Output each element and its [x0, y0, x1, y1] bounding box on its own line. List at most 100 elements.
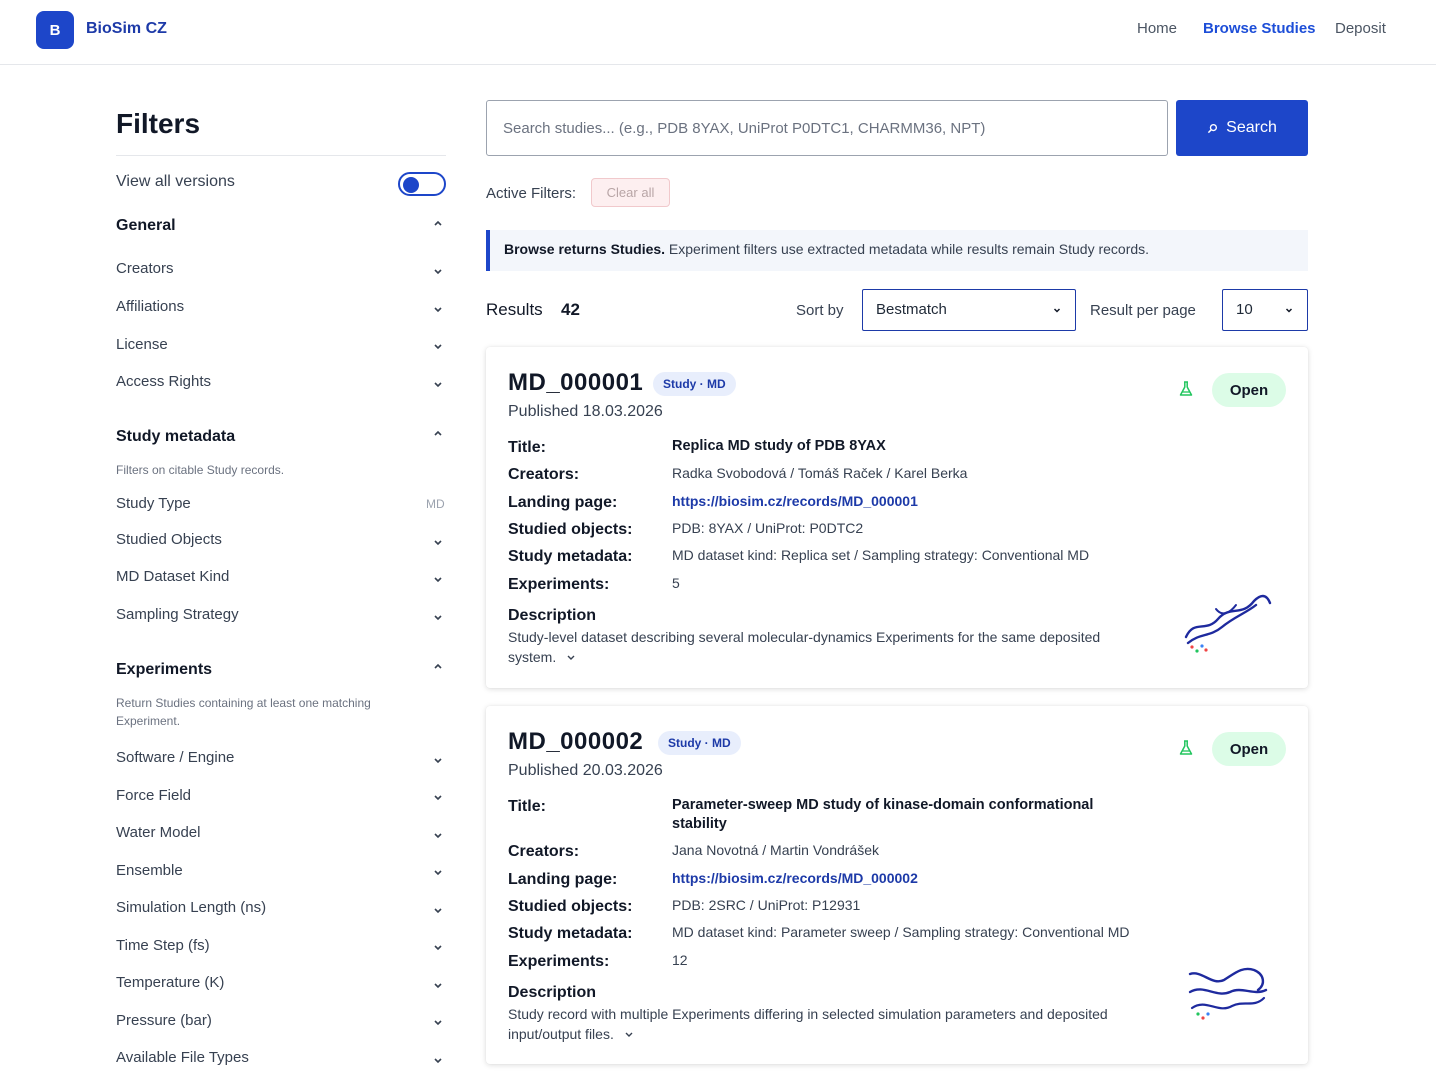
info-banner-bold: Browse returns Studies. — [504, 241, 666, 257]
molecule-thumbnail — [1184, 594, 1272, 653]
description-body: Study-level dataset describing several m… — [508, 629, 1101, 665]
nav-browse-studies[interactable]: Browse Studies — [1203, 20, 1316, 37]
chevron-down-icon[interactable] — [431, 829, 445, 843]
filter-force-field[interactable]: Force Field — [116, 787, 191, 804]
chevron-down-icon[interactable] — [431, 265, 445, 279]
filter-software-engine[interactable]: Software / Engine — [116, 749, 234, 766]
experiments-count: 5 — [672, 575, 680, 591]
landing-page-link[interactable]: https://biosim.cz/records/MD_000001 — [672, 492, 1142, 511]
creators-value: Jana Novotná / Martin Vondrášek — [672, 842, 880, 858]
experiments-label: Experiments: — [508, 953, 610, 970]
molecule-thumbnail — [1188, 967, 1268, 1020]
section-experiments[interactable]: Experiments — [116, 661, 212, 679]
studied-objects-label: Studied objects: — [508, 521, 633, 538]
description-text: Study record with multiple Experiments d… — [508, 1004, 1128, 1044]
landing-page-label: Landing page: — [508, 871, 618, 888]
filter-creators[interactable]: Creators — [116, 260, 174, 277]
landing-page-label: Landing page: — [508, 494, 618, 511]
section-study-metadata[interactable]: Study metadata — [116, 428, 235, 446]
filter-license[interactable]: License — [116, 336, 168, 353]
published-date: Published 20.03.2026 — [508, 762, 663, 779]
filter-md-dataset-kind[interactable]: MD Dataset Kind — [116, 568, 229, 585]
chevron-down-icon[interactable] — [431, 378, 445, 392]
chevron-down-icon[interactable] — [431, 791, 445, 805]
chevron-down-icon[interactable] — [431, 573, 445, 587]
chevron-down-icon[interactable] — [564, 653, 578, 663]
logo-icon[interactable]: B — [36, 11, 74, 49]
studied-objects-value: PDB: 8YAX / UniProt: P0DTC2 — [672, 520, 864, 536]
filter-sampling-strategy[interactable]: Sampling Strategy — [116, 606, 239, 623]
creators-label: Creators: — [508, 466, 580, 483]
chevron-down-icon — [1053, 308, 1061, 313]
experiments-note: Return Studies containing at least one m… — [116, 696, 371, 728]
search-icon — [1207, 123, 1218, 133]
nav-deposit[interactable]: Deposit — [1335, 20, 1386, 37]
chevron-down-icon[interactable] — [431, 866, 445, 880]
chevron-down-icon[interactable] — [431, 536, 445, 550]
flask-icon — [1179, 740, 1193, 755]
results-per-page-select[interactable]: 10 — [1222, 289, 1308, 331]
sort-by-select[interactable]: Bestmatch — [862, 289, 1076, 331]
top-navbar: B BioSim CZ Home Browse Studies Deposit — [0, 0, 1436, 65]
experiments-label: Experiments: — [508, 576, 610, 593]
search-input[interactable] — [486, 100, 1168, 156]
study-metadata-note: Filters on citable Study records. — [116, 463, 285, 477]
study-type-badge: Study · MD — [653, 372, 736, 396]
clear-all-button[interactable]: Clear all — [591, 178, 670, 207]
search-button-label: Search — [1226, 119, 1277, 136]
filter-water-model[interactable]: Water Model — [116, 824, 200, 841]
result-card[interactable]: MD_000002 Study · MD Published 20.03.202… — [486, 706, 1308, 1064]
filter-studied-objects[interactable]: Studied Objects — [116, 531, 222, 548]
chevron-down-icon[interactable] — [431, 754, 445, 768]
filter-access-rights[interactable]: Access Rights — [116, 373, 211, 390]
results-count: 42 — [561, 300, 580, 319]
chevron-down-icon[interactable] — [622, 1030, 636, 1040]
chevron-down-icon[interactable] — [431, 941, 445, 955]
chevron-down-icon[interactable] — [431, 303, 445, 317]
title-label: Title: — [508, 798, 546, 815]
filter-study-type[interactable]: Study Type — [116, 495, 191, 512]
chevron-down-icon[interactable] — [431, 904, 445, 918]
chevron-down-icon[interactable] — [431, 340, 445, 354]
title-value: Parameter-sweep MD study of kinase-domai… — [672, 797, 1094, 832]
search-button[interactable]: Search — [1176, 100, 1308, 156]
section-general[interactable]: General — [116, 217, 176, 235]
filter-simulation-length[interactable]: Simulation Length (ns) — [116, 899, 266, 916]
chevron-up-icon[interactable] — [431, 216, 445, 230]
creators-label: Creators: — [508, 843, 580, 860]
nav-home[interactable]: Home — [1137, 20, 1177, 37]
experiments-count: 12 — [672, 952, 688, 968]
active-filters-label: Active Filters: — [486, 185, 577, 202]
record-id[interactable]: MD_000001 — [508, 369, 643, 397]
landing-page-link[interactable]: https://biosim.cz/records/MD_000002 — [672, 869, 1142, 888]
filter-affiliations[interactable]: Affiliations — [116, 298, 184, 315]
info-banner: Browse returns Studies. Experiment filte… — [486, 230, 1308, 271]
flask-icon — [1179, 381, 1193, 396]
filter-available-file-types[interactable]: Available File Types — [116, 1049, 249, 1066]
chevron-down-icon[interactable] — [431, 1054, 445, 1068]
study-metadata-label: Study metadata: — [508, 925, 633, 942]
description-heading: Description — [508, 984, 597, 1001]
chevron-down-icon[interactable] — [431, 611, 445, 625]
results-per-page-label: Result per page — [1090, 302, 1196, 319]
toggle-knob — [403, 177, 419, 193]
chevron-down-icon[interactable] — [431, 1016, 445, 1030]
filter-ensemble[interactable]: Ensemble — [116, 862, 183, 879]
brand-name[interactable]: BioSim CZ — [86, 20, 167, 38]
view-all-versions-toggle[interactable] — [398, 172, 446, 196]
record-id[interactable]: MD_000002 — [508, 728, 643, 756]
filter-time-step[interactable]: Time Step (fs) — [116, 937, 210, 954]
result-card[interactable]: MD_000001 Study · MD Published 18.03.202… — [486, 347, 1308, 688]
description-text: Study-level dataset describing several m… — [508, 627, 1128, 667]
studied-objects-value: PDB: 2SRC / UniProt: P12931 — [672, 897, 861, 913]
study-type-badge: Study · MD — [658, 731, 741, 755]
chevron-up-icon[interactable] — [431, 659, 445, 673]
chevron-down-icon — [1285, 308, 1293, 313]
chevron-up-icon[interactable] — [431, 426, 445, 440]
filter-pressure[interactable]: Pressure (bar) — [116, 1012, 212, 1029]
description-body: Study record with multiple Experiments d… — [508, 1006, 1108, 1042]
chevron-down-icon[interactable] — [431, 979, 445, 993]
info-banner-text: Experiment filters use extracted metadat… — [665, 241, 1150, 257]
filter-temperature[interactable]: Temperature (K) — [116, 974, 224, 991]
view-all-versions-label: View all versions — [116, 173, 235, 190]
